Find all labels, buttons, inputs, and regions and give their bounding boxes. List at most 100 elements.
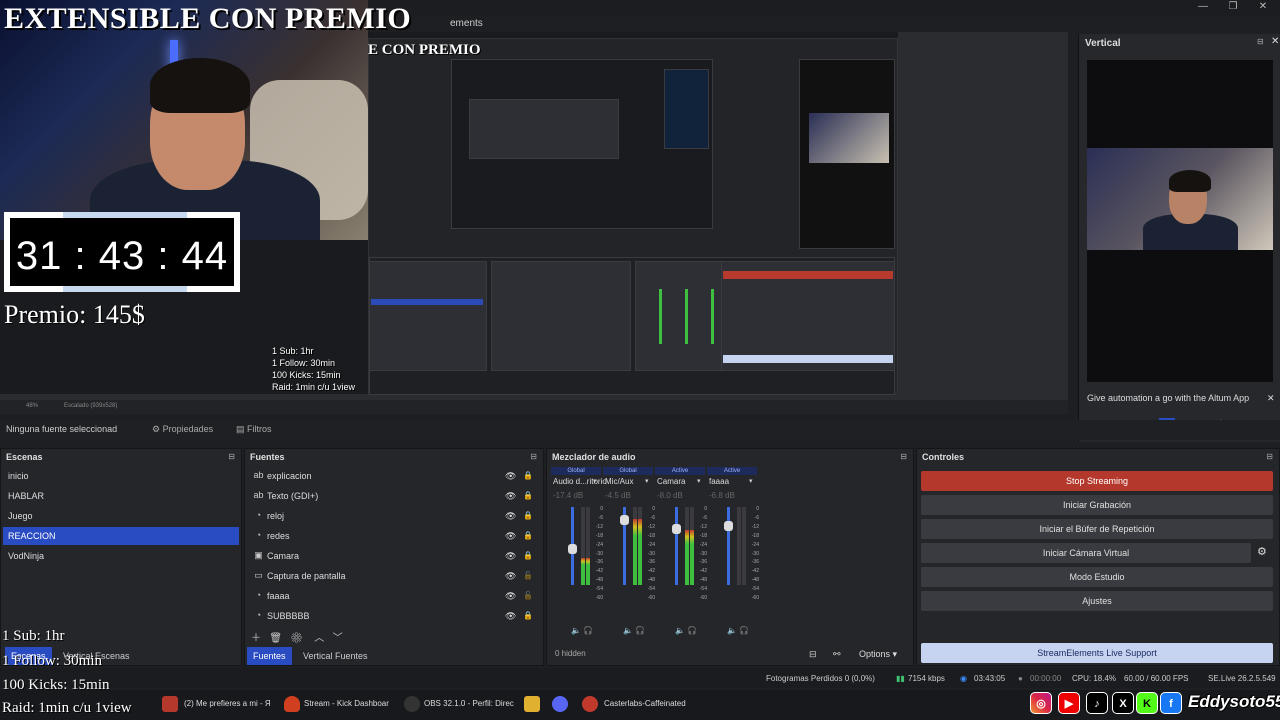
eye-icon[interactable]: 👁 xyxy=(505,567,516,585)
close-icon[interactable]: ✕ xyxy=(1271,36,1279,47)
taskbar-item[interactable]: Stream - Kick Dashboar xyxy=(304,699,389,708)
chevron-down-icon[interactable]: ▾ xyxy=(697,477,701,485)
browser-icon[interactable] xyxy=(162,696,178,712)
scene-item[interactable]: HABLAR xyxy=(3,487,239,505)
channel-name[interactable]: Camara xyxy=(657,477,685,486)
replay-buffer-button[interactable]: Iniciar el Búfer de Repetición xyxy=(921,519,1273,539)
volume-fader[interactable] xyxy=(568,507,577,585)
eye-icon[interactable]: 👁 xyxy=(505,487,516,505)
headphones-icon[interactable]: 🎧 xyxy=(583,626,593,635)
fader-handle[interactable] xyxy=(724,521,733,531)
eye-icon[interactable]: 👁 xyxy=(505,607,516,625)
chevron-down-icon[interactable]: ▾ xyxy=(645,477,649,485)
close-icon[interactable]: ✕ xyxy=(1267,390,1275,406)
fader-handle[interactable] xyxy=(620,515,629,525)
chevron-down-icon[interactable]: ▾ xyxy=(593,477,597,485)
speaker-icon[interactable]: 🔈 xyxy=(623,626,633,635)
add-icon[interactable]: ＋ xyxy=(251,633,261,644)
tab-vertical-sources[interactable]: Vertical Fuentes xyxy=(297,647,374,665)
lock-icon[interactable]: 🔒 xyxy=(523,527,533,545)
eye-icon[interactable]: 👁 xyxy=(505,467,516,485)
source-item[interactable]: ab explicacion 👁 🔒 xyxy=(249,467,539,485)
speaker-icon[interactable]: 🔈 xyxy=(571,626,581,635)
link-icon[interactable]: ⚯ xyxy=(833,649,841,660)
eye-icon[interactable]: 👁 xyxy=(505,587,516,605)
source-item[interactable]: ◔ redes 👁 🔒 xyxy=(249,527,539,545)
lock-icon[interactable]: 🔒 xyxy=(523,507,533,525)
speaker-icon[interactable]: 🔈 xyxy=(675,626,685,635)
dock-pin-icon[interactable]: ⊟ xyxy=(1257,37,1264,46)
lock-icon[interactable]: 🔒 xyxy=(523,467,533,485)
scale-mode[interactable]: Escalado (939x528) xyxy=(64,403,117,409)
restore-icon[interactable]: ❐ xyxy=(1218,0,1248,14)
meter-tick: -30 xyxy=(595,550,603,557)
dock-pin-icon[interactable]: ⊟ xyxy=(900,452,907,461)
source-item[interactable]: ◔ reloj 👁 🔒 xyxy=(249,507,539,525)
fader-handle[interactable] xyxy=(672,524,681,534)
minimize-icon[interactable]: — xyxy=(1188,0,1218,14)
channel-name[interactable]: faaaa xyxy=(709,477,729,486)
scene-item-selected[interactable]: REACCION xyxy=(3,527,239,545)
studio-mode-button[interactable]: Modo Estudio xyxy=(921,567,1273,587)
tab-sources[interactable]: Fuentes xyxy=(247,647,292,665)
volume-fader[interactable] xyxy=(620,507,629,585)
virtual-camera-button[interactable]: Iniciar Cámara Virtual xyxy=(921,543,1251,563)
volume-fader[interactable] xyxy=(724,507,733,585)
source-item[interactable]: ◔ SUBBBBB 👁 🔒 xyxy=(249,607,539,625)
start-recording-button[interactable]: Iniciar Grabación xyxy=(921,495,1273,515)
settings-button[interactable]: Ajustes xyxy=(921,591,1273,611)
speaker-icon[interactable]: 🔈 xyxy=(727,626,737,635)
headphones-icon[interactable]: 🎧 xyxy=(635,626,645,635)
meter-tick: -42 xyxy=(699,568,707,575)
fader-handle[interactable] xyxy=(568,544,577,554)
source-item[interactable]: ab Texto (GDI+) 👁 🔒 xyxy=(249,487,539,505)
folder-icon[interactable] xyxy=(524,696,540,712)
taskbar-item[interactable]: Casterlabs-Caffeinated xyxy=(604,699,686,708)
headphones-icon[interactable]: 🎧 xyxy=(687,626,697,635)
taskbar-item[interactable]: (2) Me prefieres a mi - Я xyxy=(184,699,271,708)
gear-icon[interactable]: ⚙ xyxy=(1257,545,1267,558)
headphones-icon[interactable]: 🎧 xyxy=(739,626,749,635)
altum-banner[interactable]: Give automation a go with the Altum App … xyxy=(1087,390,1277,406)
unlock-icon[interactable]: 🔓 xyxy=(523,567,533,585)
options-button[interactable]: Options ▾ xyxy=(859,649,897,660)
source-item[interactable]: ▭ Captura de pantalla 👁 🔓 xyxy=(249,567,539,585)
chevron-down-icon[interactable]: ▾ xyxy=(749,477,753,485)
meter-tick: -12 xyxy=(699,523,707,530)
obs-icon[interactable] xyxy=(404,696,420,712)
lock-icon[interactable]: 🔒 xyxy=(523,547,533,565)
dock-pin-icon[interactable]: ⊟ xyxy=(530,452,537,461)
taskbar-item[interactable]: OBS 32.1.0 - Perfil: Direc xyxy=(424,699,514,708)
properties-button[interactable]: ⚙ Propiedades xyxy=(152,424,213,435)
channel-name[interactable]: Mic/Aux xyxy=(605,477,633,486)
zoom-level[interactable]: 48% xyxy=(26,403,38,409)
lock-icon[interactable]: 🔒 xyxy=(523,607,533,625)
volume-fader[interactable] xyxy=(672,507,681,585)
channel-name[interactable]: Audio d...ritorio xyxy=(553,477,607,486)
casterlabs-icon[interactable] xyxy=(582,696,598,712)
stop-streaming-button[interactable]: Stop Streaming xyxy=(921,471,1273,491)
eye-icon[interactable]: 👁 xyxy=(505,507,516,525)
scene-item[interactable]: VodNinja xyxy=(3,547,239,565)
source-item[interactable]: ◔ faaaa 👁 🔓 xyxy=(249,587,539,605)
trash-icon[interactable]: 🗑 xyxy=(269,633,282,644)
chevron-down-icon[interactable]: ﹀ xyxy=(333,633,343,644)
streamelements-support-button[interactable]: StreamElements Live Support xyxy=(921,643,1273,663)
layout-icon[interactable]: ⊟ xyxy=(809,649,817,660)
scene-item[interactable]: inicio xyxy=(3,467,239,485)
gear-icon[interactable]: ⚙ xyxy=(290,633,303,644)
close-icon[interactable]: ✕ xyxy=(1248,0,1278,14)
source-item[interactable]: ▣ Camara 👁 🔒 xyxy=(249,547,539,565)
eye-icon[interactable]: 👁 xyxy=(505,547,516,565)
eye-icon[interactable]: 👁 xyxy=(505,527,516,545)
unlock-icon[interactable]: 🔓 xyxy=(523,587,533,605)
scene-item[interactable]: Juego xyxy=(3,507,239,525)
lock-icon[interactable]: 🔒 xyxy=(523,487,533,505)
filters-button[interactable]: ▤ Filtros xyxy=(236,424,272,435)
menu-item-fragment[interactable]: ements xyxy=(450,18,483,29)
brave-icon[interactable] xyxy=(284,696,300,712)
dock-pin-icon[interactable]: ⊟ xyxy=(1266,452,1273,461)
chevron-up-icon[interactable]: ︿ xyxy=(314,633,324,644)
dock-pin-icon[interactable]: ⊟ xyxy=(228,452,235,461)
discord-icon[interactable] xyxy=(552,696,568,712)
